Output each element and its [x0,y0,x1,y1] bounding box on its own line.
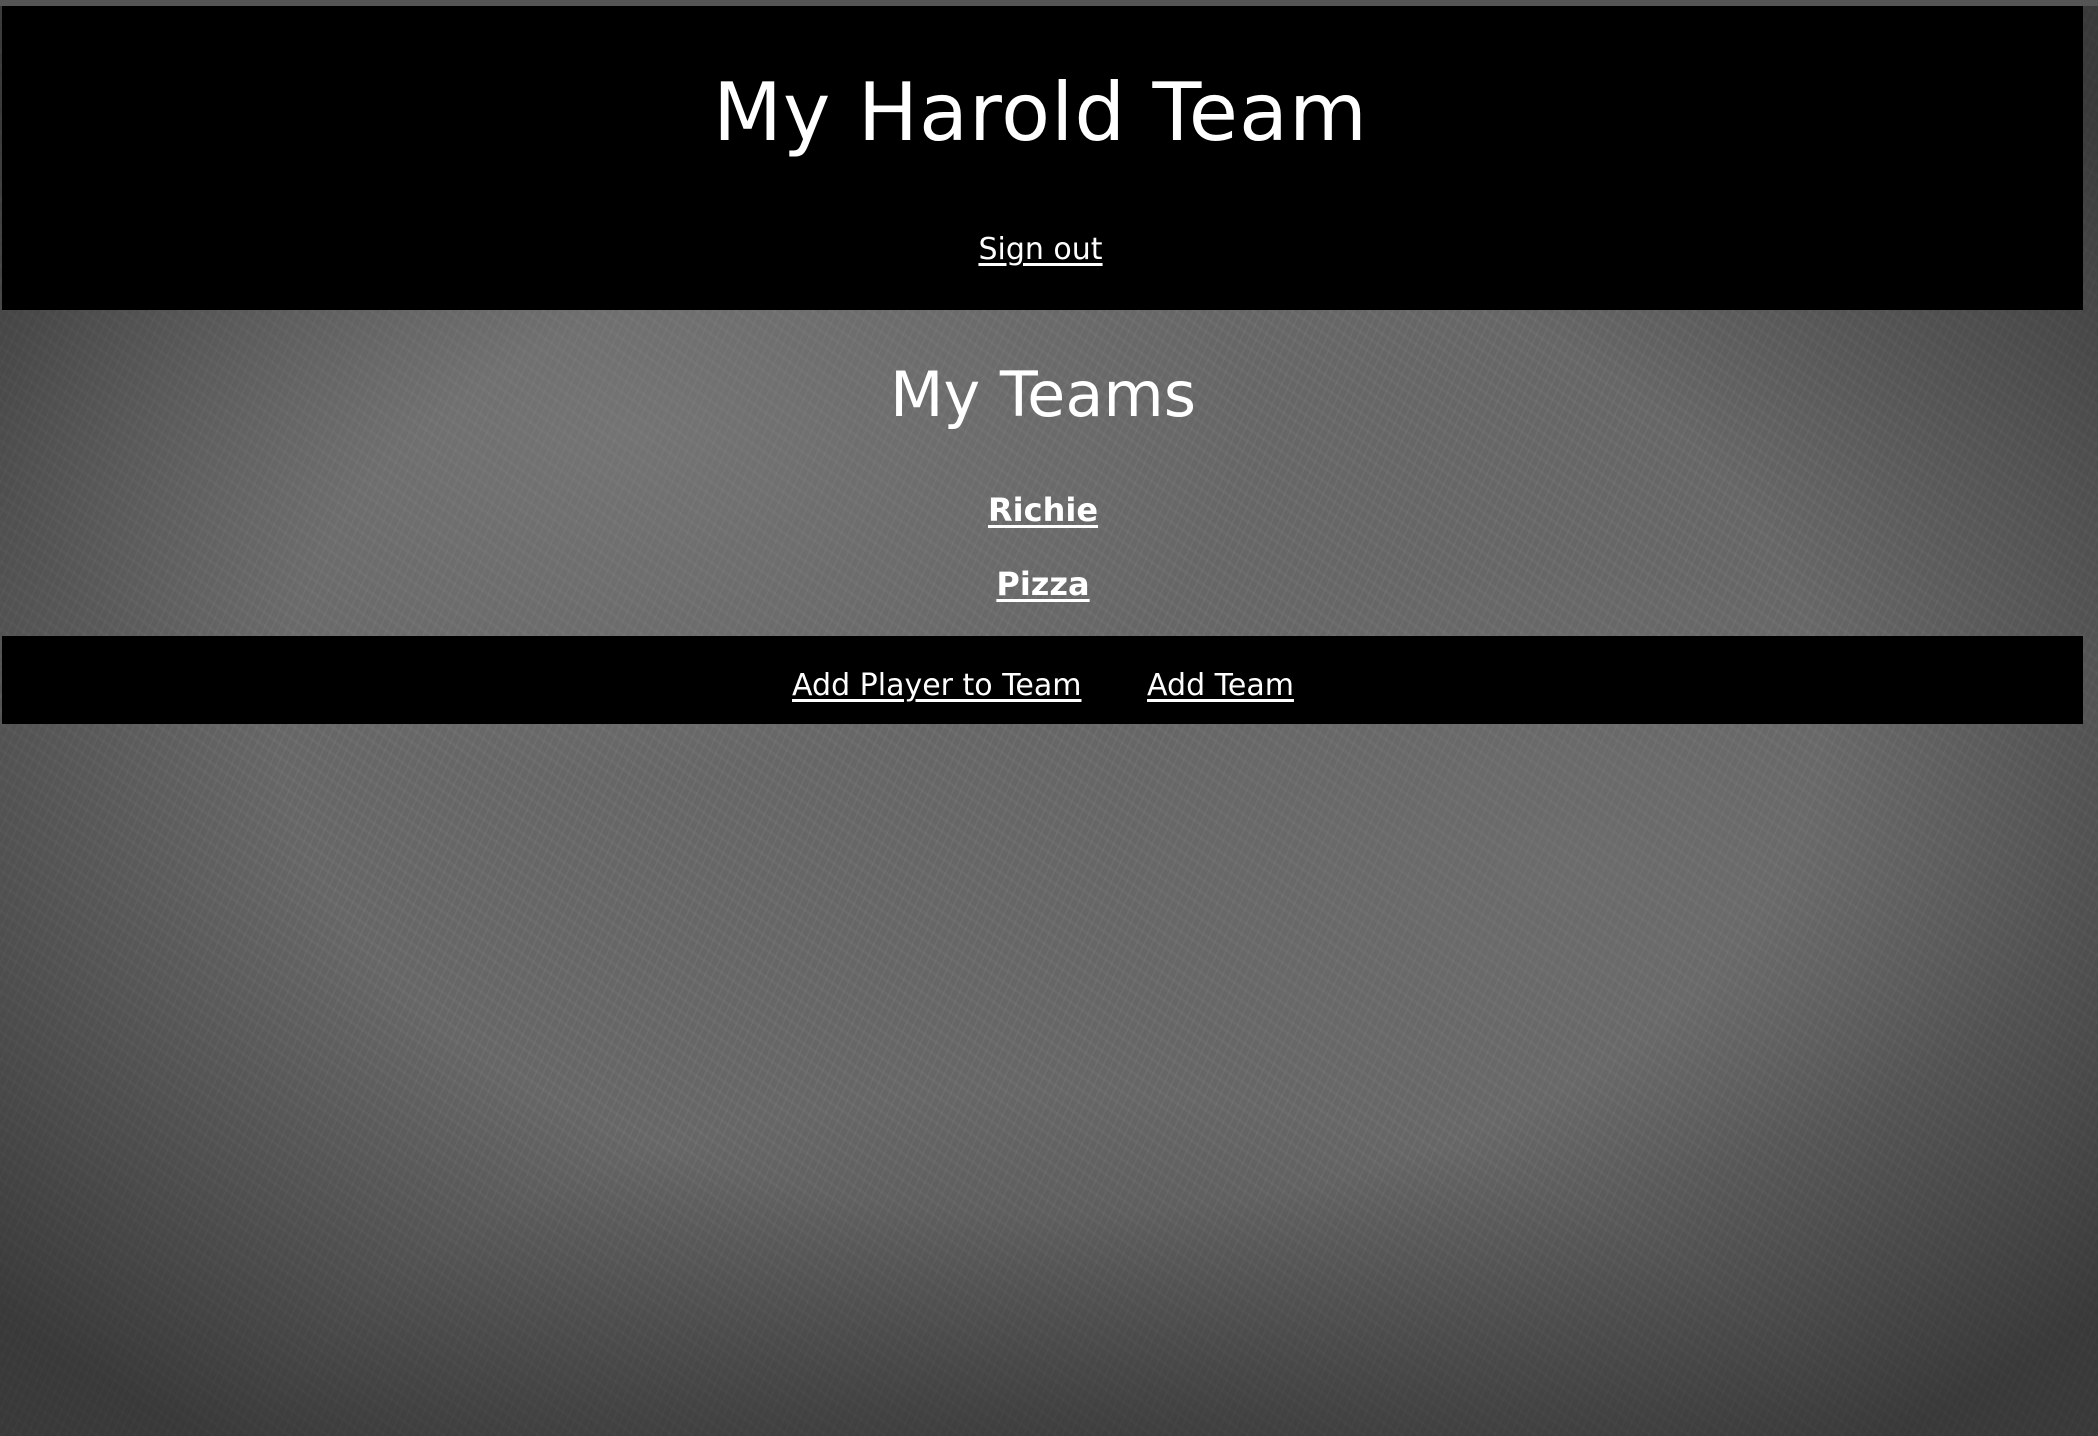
team-list-item: Pizza [0,558,2086,632]
teams-list: Richie Pizza [0,484,2086,632]
add-team-link[interactable]: Add Team [1147,664,1294,708]
sign-out-container: Sign out [0,230,2081,270]
sign-out-link[interactable]: Sign out [978,232,1102,267]
my-teams-heading: My Teams [889,358,1197,431]
site-title: My Harold Team [713,66,1368,159]
footer-nav: Add Player to Team Add Team [0,664,2086,708]
team-list-item: Richie [0,484,2086,558]
team-link-pizza[interactable]: Pizza [996,565,1089,603]
team-link-richie[interactable]: Richie [988,491,1098,529]
add-player-to-team-link[interactable]: Add Player to Team [792,664,1081,708]
